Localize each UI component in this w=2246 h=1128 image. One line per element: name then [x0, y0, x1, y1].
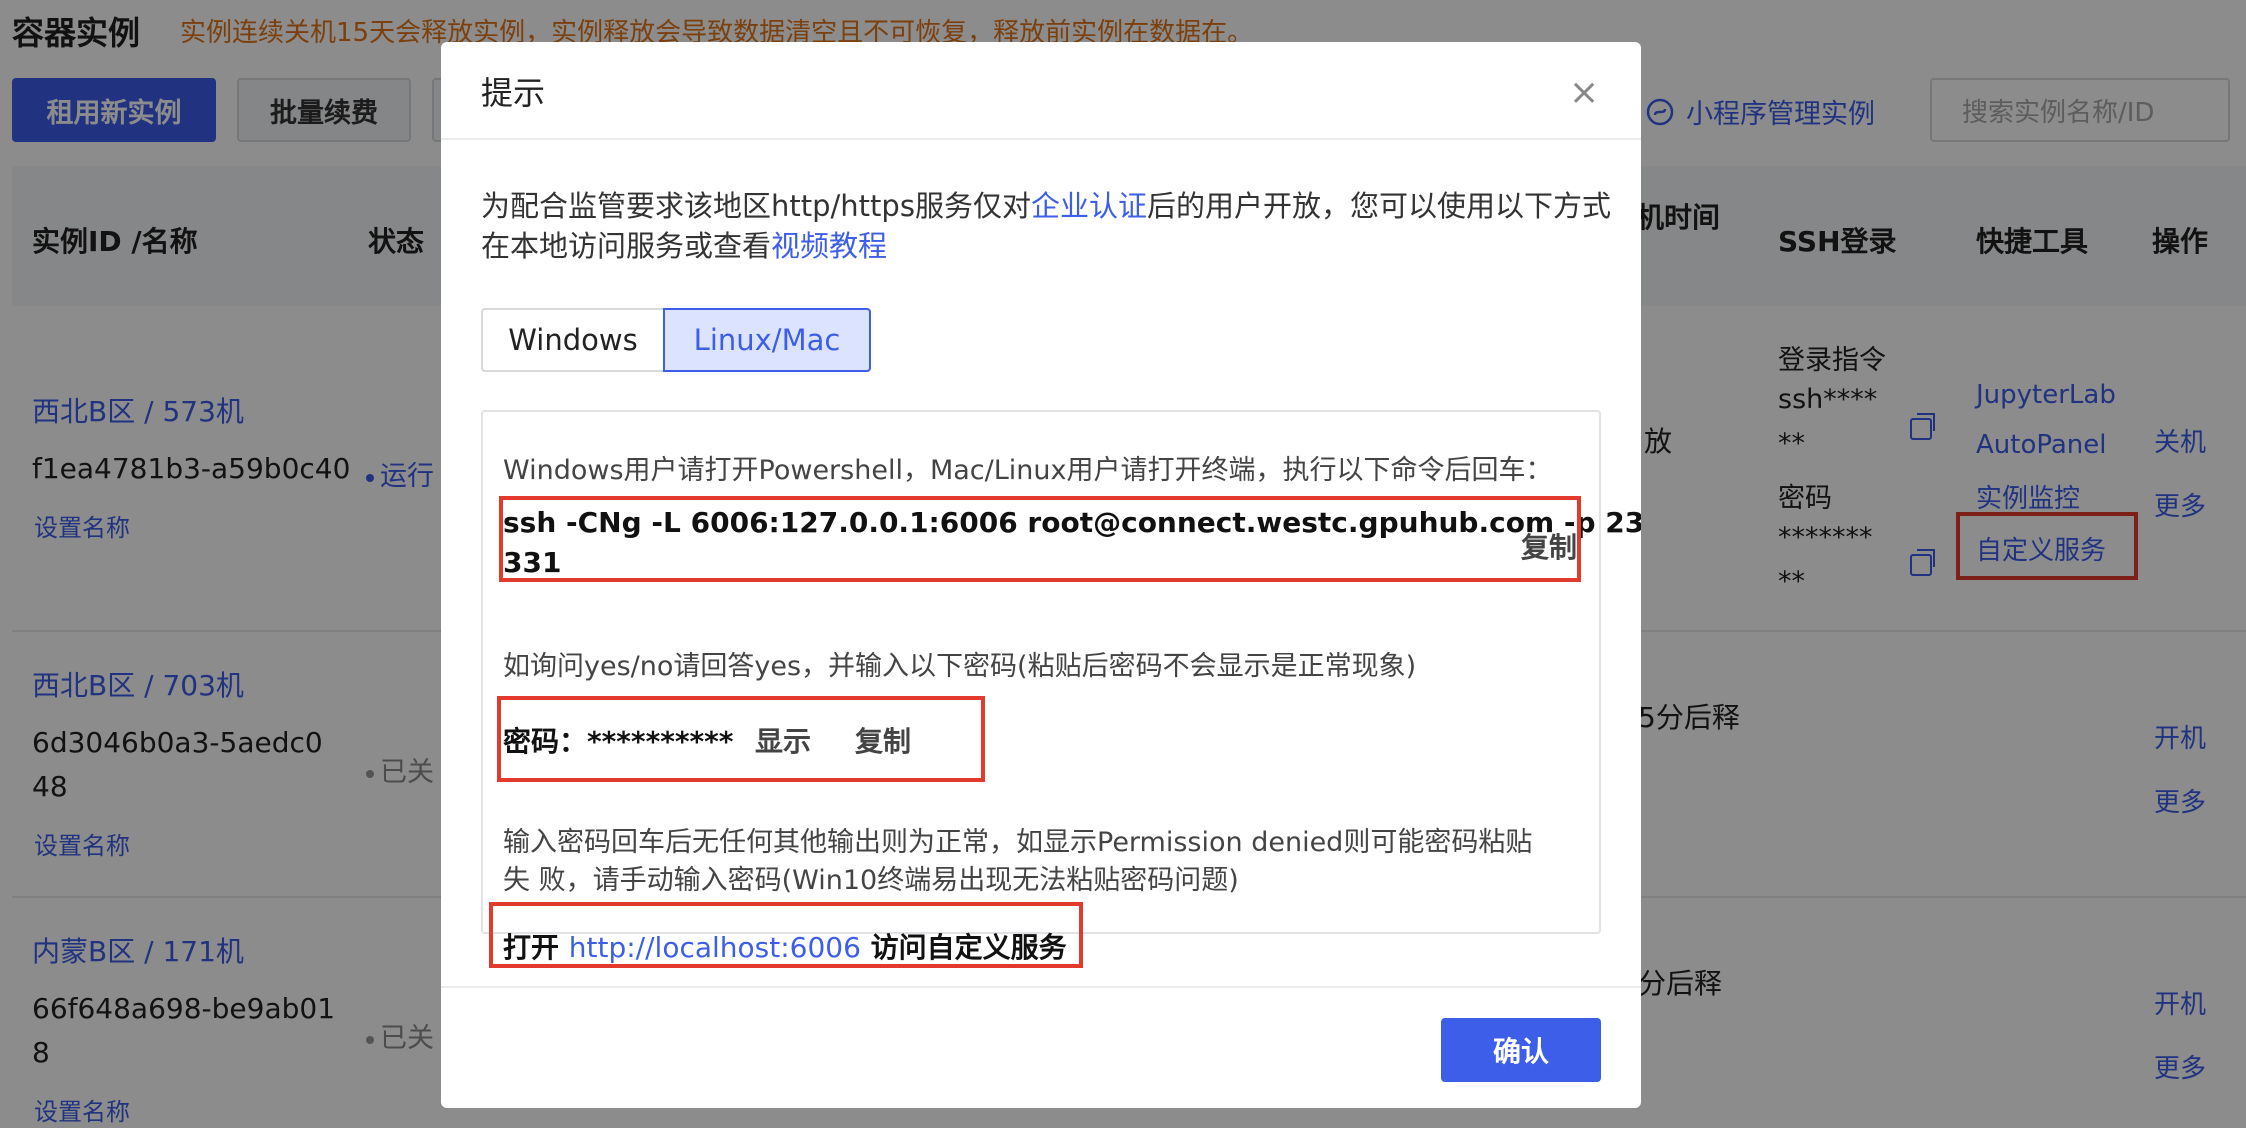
- tip-dialog: 提示 × 为配合监管要求该地区http/https服务仅对企业认证后的用户开放，…: [441, 42, 1641, 1108]
- enterprise-auth-link[interactable]: 企业认证: [1031, 189, 1147, 223]
- yes-no-hint: 如询问yes/no请回答yes，并输入以下密码(粘贴后密码不会显示是正常现象): [503, 651, 1417, 682]
- tab-windows[interactable]: Windows: [481, 308, 663, 372]
- instruction-panel: Windows用户请打开Powershell，Mac/Linux用户请打开终端，…: [481, 410, 1641, 968]
- instruction-text: Windows用户请打开Powershell，Mac/Linux用户请打开终端，…: [503, 455, 1553, 486]
- command-highlight: [499, 496, 1581, 582]
- video-tutorial-link[interactable]: 视频教程: [771, 229, 887, 263]
- close-icon[interactable]: ×: [1569, 72, 1599, 113]
- open-link-highlight: [489, 902, 1083, 968]
- dialog-intro: 为配合监管要求该地区http/https服务仅对企业认证后的用户开放，您可以使用…: [481, 186, 1611, 266]
- confirm-button[interactable]: 确认: [1441, 1018, 1601, 1082]
- password-highlight: [497, 696, 985, 782]
- intro-text: 为配合监管要求该地区http/https服务仅对: [481, 189, 1031, 223]
- note-text-cont: 失 败，请手动输入密码(Win10终端易出现无法粘贴密码问题): [503, 865, 1239, 896]
- dialog-header-divider: [441, 138, 1641, 140]
- note-text: 输入密码回车后无任何其他输出则为正常，如显示Permission denied则…: [503, 827, 1533, 858]
- dialog-title: 提示: [481, 74, 546, 112]
- dialog-footer-divider: [441, 986, 1641, 988]
- tab-linux-mac[interactable]: Linux/Mac: [663, 308, 871, 372]
